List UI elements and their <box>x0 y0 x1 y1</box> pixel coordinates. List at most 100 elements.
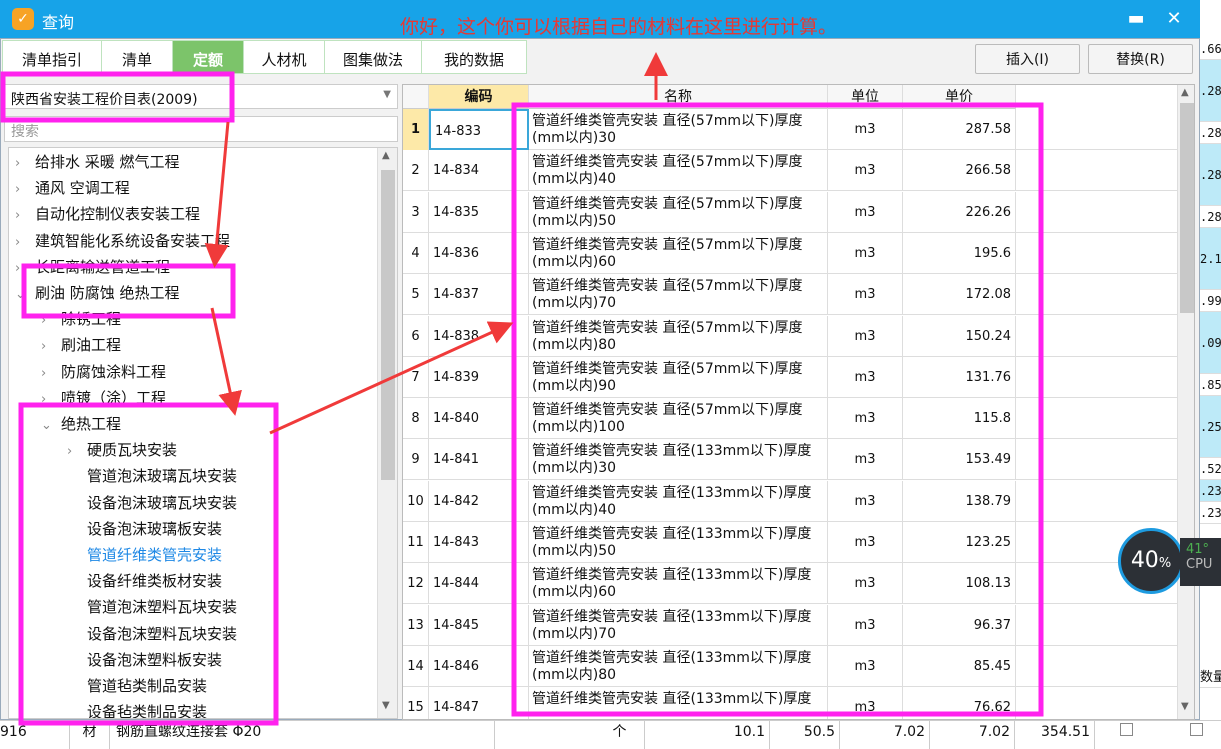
cell-name: 管道纤维类管壳安装 直径(133mm以下)厚度 <box>529 687 828 719</box>
table-row[interactable]: 7 14-839 管道纤维类管壳安装 直径(57mm以下)厚度 (mm以内)90 m3 1… <box>403 356 1178 398</box>
row-number: 3 <box>403 191 429 233</box>
tree-item[interactable]: ⌄ 刷油 防腐蚀 绝热工程 <box>15 280 180 306</box>
tree-item-label: 设备毡类制品安装 <box>87 703 208 719</box>
cpu-temp-panel: 41° CPU <box>1180 538 1221 586</box>
tree-item[interactable]: › 通风 空调工程 <box>15 175 130 201</box>
header-price[interactable]: 单价 <box>903 85 1016 109</box>
tree-item[interactable]: 管道毡类制品安装 <box>67 673 207 699</box>
cell-price: 76.62 <box>903 687 1016 719</box>
table-row[interactable]: 8 14-840 管道纤维类管壳安装 直径(57mm以下)厚度 (mm以内)100 m3… <box>403 398 1178 440</box>
tree-item-label: 硬质瓦块安装 <box>87 441 178 460</box>
table-row[interactable]: 9 14-841 管道纤维类管壳安装 直径(133mm以下)厚度 (mm以内)30 m3… <box>403 439 1178 481</box>
cell-name-line: 管道纤维类管壳安装 直径(57mm以下)厚度 <box>532 113 803 129</box>
tree-item[interactable]: ⌄ 绝热工程 <box>41 411 121 437</box>
library-select[interactable]: 陕西省安装工程价目表(2009) ▼ <box>4 84 398 109</box>
scroll-up-icon[interactable]: ▲ <box>1181 87 1189 98</box>
cell-name-line: (mm以内)30 <box>532 130 617 146</box>
minimize-icon[interactable]: ▬ <box>1124 8 1148 29</box>
tree-item[interactable]: › 防腐蚀涂料工程 <box>41 359 166 385</box>
tab-bill-guide[interactable]: 清单指引 <box>2 40 102 74</box>
chevron-down-icon[interactable]: ⌄ <box>41 413 61 439</box>
chevron-right-icon[interactable]: › <box>41 361 61 387</box>
close-icon[interactable]: ✕ <box>1162 8 1186 29</box>
tab-bill[interactable]: 清单 <box>101 40 173 74</box>
tree-item-label: 设备泡沫塑料瓦块安装 <box>87 624 238 643</box>
tree-item[interactable]: 管道泡沫塑料瓦块安装 <box>67 594 237 620</box>
tree-item[interactable]: › 自动化控制仪表安装工程 <box>15 201 200 227</box>
cell-unit: m3 <box>828 109 903 150</box>
table-row[interactable]: 14 14-846 管道纤维类管壳安装 直径(133mm以下)厚度 (mm以内)80 m… <box>403 645 1178 687</box>
grid-scroll-thumb[interactable] <box>1180 103 1194 313</box>
chevron-down-icon[interactable]: ⌄ <box>15 282 35 308</box>
chevron-right-icon[interactable]: › <box>15 177 35 203</box>
tree-scroll-thumb[interactable] <box>381 170 395 480</box>
row-number: 10 <box>403 480 429 522</box>
cell-name: 管道纤维类管壳安装 直径(57mm以下)厚度 (mm以内)70 <box>529 274 828 316</box>
table-row[interactable]: 5 14-837 管道纤维类管壳安装 直径(57mm以下)厚度 (mm以内)70 m3 1… <box>403 274 1178 316</box>
scroll-down-icon[interactable]: ▼ <box>382 700 390 711</box>
insert-button[interactable]: 插入(I) <box>975 44 1080 74</box>
chevron-right-icon[interactable]: › <box>15 203 35 229</box>
grid-scrollbar[interactable]: ▲ ▼ <box>1177 85 1194 719</box>
chevron-right-icon[interactable]: › <box>15 256 35 282</box>
table-row[interactable]: 15 14-847 管道纤维类管壳安装 直径(133mm以下)厚度 m3 76.62 <box>403 687 1178 719</box>
tree-item[interactable]: › 除锈工程 <box>41 306 121 332</box>
tree-item[interactable]: › 刷油工程 <box>41 332 121 358</box>
tree-scrollbar[interactable]: ▲ ▼ <box>377 148 397 718</box>
tree-item[interactable]: › 给排水 采暖 燃气工程 <box>15 149 180 175</box>
tab-my-data[interactable]: 我的数据 <box>421 40 527 74</box>
cell-unit: m3 <box>828 563 903 605</box>
tree-item[interactable]: 设备泡沫玻璃瓦块安装 <box>67 490 237 516</box>
cell-unit: m3 <box>828 150 903 192</box>
table-row[interactable]: 13 14-845 管道纤维类管壳安装 直径(133mm以下)厚度 (mm以内)70 m… <box>403 604 1178 646</box>
cell-name: 管道纤维类管壳安装 直径(57mm以下)厚度 (mm以内)80 <box>529 315 828 357</box>
tree-item[interactable]: 设备泡沫塑料板安装 <box>67 647 222 673</box>
table-row[interactable]: 4 14-836 管道纤维类管壳安装 直径(57mm以下)厚度 (mm以内)60 m3 1… <box>403 232 1178 274</box>
replace-button[interactable]: 替换(R) <box>1088 44 1193 74</box>
annotation-note: 你好，这个你可以根据自己的材料在这里进行计算。 <box>400 16 838 38</box>
tree-item[interactable]: 管道泡沫玻璃瓦块安装 <box>67 463 237 489</box>
tab-atlas-method[interactable]: 图集做法 <box>324 40 422 74</box>
tree-item[interactable]: 设备泡沫塑料瓦块安装 <box>67 621 237 647</box>
table-row[interactable]: 3 14-835 管道纤维类管壳安装 直径(57mm以下)厚度 (mm以内)50 m3 2… <box>403 191 1178 233</box>
header-unit[interactable]: 单位 <box>828 85 903 109</box>
chevron-right-icon[interactable]: › <box>15 151 35 177</box>
tab-quota[interactable]: 定额 <box>172 40 244 74</box>
quota-tree: › 给排水 采暖 燃气工程 › 通风 空调工程 › 自动化控制仪表安装工程 › 建筑智能化系统… <box>8 147 398 719</box>
tree-item[interactable]: › 喷镀（涂）工程 <box>41 385 166 411</box>
header-name[interactable]: 名称 <box>529 85 828 109</box>
tree-item[interactable]: 设备泡沫玻璃板安装 <box>67 516 222 542</box>
scroll-up-icon[interactable]: ▲ <box>382 150 390 161</box>
tree-item[interactable]: › 硬质瓦块安装 <box>67 437 177 463</box>
search-input[interactable]: 搜索 <box>4 116 398 142</box>
tree-item[interactable]: › 建筑智能化系统设备安装工程 <box>15 228 230 254</box>
cpu-monitor-widget[interactable]: 40% <box>1118 528 1184 594</box>
cell-name-line: 管道纤维类管壳安装 直径(133mm以下)厚度 <box>532 691 812 708</box>
table-row[interactable]: 10 14-842 管道纤维类管壳安装 直径(133mm以下)厚度 (mm以内)40 m… <box>403 480 1178 522</box>
tree-item[interactable]: 管道纤维类管壳安装 <box>67 542 222 568</box>
table-row[interactable]: 6 14-838 管道纤维类管壳安装 直径(57mm以下)厚度 (mm以内)80 m3 1… <box>403 315 1178 357</box>
table-row[interactable]: 12 14-844 管道纤维类管壳安装 直径(133mm以下)厚度 (mm以内)60 m… <box>403 563 1178 605</box>
scroll-down-icon[interactable]: ▼ <box>1181 701 1189 712</box>
chevron-right-icon[interactable]: › <box>41 334 61 360</box>
cell-name: 管道纤维类管壳安装 直径(57mm以下)厚度 (mm以内)30 <box>529 109 828 150</box>
tree-item[interactable]: 设备纤维类板材安装 <box>67 568 222 594</box>
cpu-usage: 40 <box>1130 548 1159 573</box>
chevron-right-icon[interactable]: › <box>41 308 61 334</box>
chevron-right-icon[interactable]: › <box>41 387 61 413</box>
tree-item-label: 管道泡沫玻璃瓦块安装 <box>87 467 238 486</box>
tree-item[interactable]: 设备毡类制品安装 <box>67 699 208 719</box>
tree-item-label: 通风 空调工程 <box>35 179 130 198</box>
tree-item[interactable]: › 长距离输送管道工程 <box>15 254 170 280</box>
cell-name-line: (mm以内)80 <box>532 336 617 353</box>
table-row[interactable]: 1 14-833 管道纤维类管壳安装 直径(57mm以下)厚度 (mm以内)30 m3 2… <box>403 109 1178 150</box>
chevron-right-icon[interactable]: › <box>15 230 35 256</box>
table-row[interactable]: 2 14-834 管道纤维类管壳安装 直径(57mm以下)厚度 (mm以内)40 m3 2… <box>403 150 1178 192</box>
header-code[interactable]: 编码 <box>429 85 529 109</box>
cell-name-line: 管道纤维类管壳安装 直径(133mm以下)厚度 <box>532 443 812 460</box>
checkbox[interactable] <box>1190 723 1203 736</box>
tab-labor-material-machine[interactable]: 人材机 <box>243 40 325 74</box>
chevron-right-icon[interactable]: › <box>67 439 87 465</box>
table-row[interactable]: 11 14-843 管道纤维类管壳安装 直径(133mm以下)厚度 (mm以内)50 m… <box>403 522 1178 563</box>
checkbox[interactable] <box>1120 723 1133 736</box>
